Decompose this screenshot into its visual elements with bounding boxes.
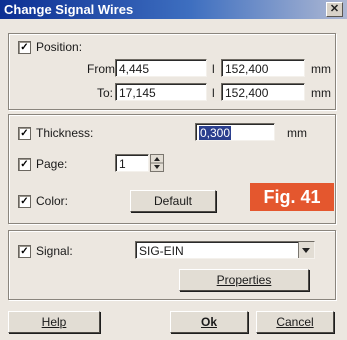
position-label: Position:	[36, 40, 83, 54]
help-button[interactable]: Help	[8, 311, 100, 333]
from-y-field[interactable]: 152,400	[221, 59, 305, 77]
to-label: To:	[97, 86, 114, 100]
help-button-label: Help	[41, 315, 67, 329]
signal-value: SIG-EIN	[139, 244, 184, 258]
spinner-arrows-icon	[151, 157, 163, 169]
to-y-field[interactable]: 152,400	[221, 83, 305, 101]
page-checkbox[interactable]: ✓	[18, 158, 31, 171]
check-icon: ✓	[20, 246, 29, 257]
color-checkbox[interactable]: ✓	[18, 195, 31, 208]
page-spinner[interactable]	[150, 154, 164, 172]
color-label: Color:	[36, 194, 69, 208]
page-label: Page:	[36, 157, 68, 171]
from-unit: mm	[311, 62, 331, 76]
check-icon: ✓	[20, 196, 29, 207]
properties-button[interactable]: Properties	[179, 269, 309, 291]
to-unit: mm	[311, 86, 331, 100]
to-separator: l	[212, 86, 215, 100]
properties-button-label: Properties	[216, 273, 272, 287]
cancel-button-label: Cancel	[276, 315, 314, 329]
thickness-checkbox[interactable]: ✓	[18, 127, 31, 140]
chevron-down-icon	[302, 248, 310, 253]
check-icon: ✓	[20, 128, 29, 139]
position-group: ✓ Position: From: 4,445 l 152,400 mm To:…	[8, 33, 336, 110]
signal-dropdown-button[interactable]	[298, 242, 314, 258]
thickness-unit: mm	[287, 126, 307, 140]
color-default-button[interactable]: Default	[130, 190, 216, 212]
thickness-field[interactable]: 0,300	[195, 123, 275, 141]
signal-group: ✓ Signal: SIG-EIN Properties	[8, 230, 336, 300]
position-checkbox[interactable]: ✓	[18, 41, 31, 54]
signal-checkbox[interactable]: ✓	[18, 245, 31, 258]
from-x-field[interactable]: 4,445	[115, 59, 207, 77]
close-icon: ✕	[329, 3, 340, 15]
from-label: From:	[87, 62, 119, 76]
check-icon: ✓	[20, 159, 29, 170]
figure-tag: Fig. 41	[250, 183, 334, 211]
check-icon: ✓	[20, 42, 29, 53]
close-button[interactable]: ✕	[326, 2, 343, 17]
window-title: Change Signal Wires	[4, 2, 134, 17]
ok-button[interactable]: Ok	[170, 311, 248, 333]
page-field[interactable]: 1	[115, 154, 149, 172]
thickness-label: Thickness:	[36, 126, 94, 140]
cancel-button[interactable]: Cancel	[256, 311, 334, 333]
signal-select[interactable]: SIG-EIN	[135, 241, 315, 259]
signal-label: Signal:	[36, 244, 73, 258]
to-x-field[interactable]: 17,145	[115, 83, 207, 101]
from-separator: l	[212, 62, 215, 76]
thickness-value: 0,300	[199, 126, 232, 140]
ok-button-label: Ok	[200, 315, 217, 329]
title-bar: Change Signal Wires ✕	[0, 0, 347, 19]
